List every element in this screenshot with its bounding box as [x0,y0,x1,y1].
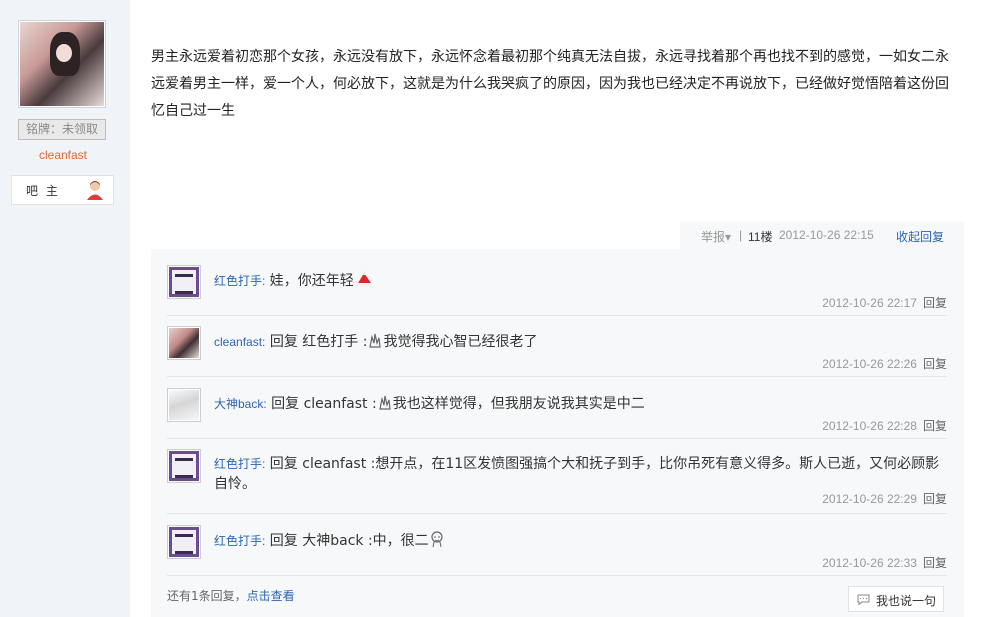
reply-button[interactable]: 回复 [923,492,947,506]
reply-username[interactable]: 红色打手: [214,274,265,288]
gesture-icon [378,395,391,410]
reply-username[interactable]: cleanfast: [214,335,265,349]
post-content: 男主永远爱着初恋那个女孩，永远没有放下，永远怀念着最初那个纯真无法自拔，永远寻找… [151,49,949,119]
post-time: 2012-10-26 22:15 [779,228,874,242]
reply-item: 红色打手: 回复 大神back :中，很二 2012-10-26 22:33 回复 [167,525,947,576]
reply-text: 回复 cleanfast : [271,396,377,412]
reply-meta: 2012-10-26 22:26 回复 [822,355,947,372]
reply-avatar[interactable] [167,449,201,483]
reply-time: 2012-10-26 22:29 [822,492,917,506]
reply-compose-button[interactable]: 我也说一句 [848,586,944,612]
more-replies: 还有1条回复，点击查看 [167,587,295,604]
author-username[interactable]: cleanfast [0,148,126,162]
reply-username[interactable]: 红色打手: [214,534,265,548]
more-replies-text: 还有1条回复， [167,589,247,603]
reply-button[interactable]: 回复 [923,357,947,371]
toolbar-divider: | [739,228,743,242]
reply-button[interactable]: 回复 [923,556,947,570]
reply-button[interactable]: 回复 [923,419,947,433]
reply-meta: 2012-10-26 22:28 回复 [822,417,947,434]
reply-time: 2012-10-26 22:28 [822,419,917,433]
reply-text: 娃，你还年轻 [269,273,354,289]
reply-time: 2012-10-26 22:17 [822,296,917,310]
reply-time: 2012-10-26 22:33 [822,556,917,570]
reply-panel: 红色打手: 娃，你还年轻 2012-10-26 22:17 回复 cleanfas… [151,249,964,617]
reply-button[interactable]: 回复 [923,296,947,310]
reply-item: 红色打手: 娃，你还年轻 2012-10-26 22:17 回复 [167,265,947,316]
reply-content: 红色打手: 回复 cleanfast :想开点，在11区发愤图强搞个大和抚子到手… [214,454,944,494]
reply-text-continued: 我也这样觉得，但我朋友说我其实是中二 [392,396,645,412]
reply-username[interactable]: 红色打手: [214,457,265,471]
reply-compose-label: 我也说一句 [876,594,937,608]
collapse-replies-link[interactable]: 收起回复 [896,228,944,245]
reply-content: 红色打手: 回复 大神back :中，很二 [214,530,954,551]
reply-item: 大神back: 回复 cleanfast : 我也这样觉得，但我朋友说我其实是中二… [167,388,947,439]
reply-content: 红色打手: 娃，你还年轻 [214,270,954,291]
role-label: 吧 主 [26,184,60,198]
reply-item: 红色打手: 回复 cleanfast :想开点，在11区发愤图强搞个大和抚子到手… [167,449,947,514]
post-toolbar: 举报▾ | 11楼 2012-10-26 22:15 收起回复 [680,221,964,249]
reply-item: cleanfast: 回复 红色打手 : 我觉得我心智已经很老了 2012-10-… [167,326,947,377]
gesture-icon [369,333,382,348]
santa-hat-icon [355,271,372,287]
reply-text-continued: 我觉得我心智已经很老了 [383,334,538,350]
reply-username[interactable]: 大神back: [214,397,267,411]
report-link[interactable]: 举报▾ [701,228,731,245]
role-badge: 吧 主 [11,175,114,205]
author-sidebar: 铭牌：未领取 cleanfast 吧 主 [0,0,130,617]
view-more-link[interactable]: 点击查看 [247,589,295,603]
reply-content: 大神back: 回复 cleanfast : 我也这样觉得，但我朋友说我其实是中二 [214,393,954,414]
reply-text: 回复 cleanfast :想开点，在11区发愤图强搞个大和抚子到手，比你吊死有… [214,456,940,492]
reply-meta: 2012-10-26 22:33 回复 [822,554,947,571]
reply-avatar[interactable] [167,525,201,559]
nameplate-badge[interactable]: 铭牌：未领取 [18,119,106,140]
reply-avatar[interactable] [167,265,201,299]
reply-text: 回复 红色打手 : [269,334,368,350]
reply-content: cleanfast: 回复 红色打手 : 我觉得我心智已经很老了 [214,331,954,352]
bar-owner-icon [87,181,103,200]
reply-avatar[interactable] [167,388,201,422]
reply-time: 2012-10-26 22:26 [822,357,917,371]
reply-text: 回复 大神back :中，很二 [269,533,429,549]
author-avatar[interactable] [18,20,106,108]
doodle-face-icon [431,531,443,548]
floor-number: 11楼 [748,230,773,244]
reply-meta: 2012-10-26 22:17 回复 [822,294,947,311]
reply-meta: 2012-10-26 22:29 回复 [822,490,947,507]
reply-avatar[interactable] [167,326,201,360]
speech-bubble-icon [857,594,870,605]
